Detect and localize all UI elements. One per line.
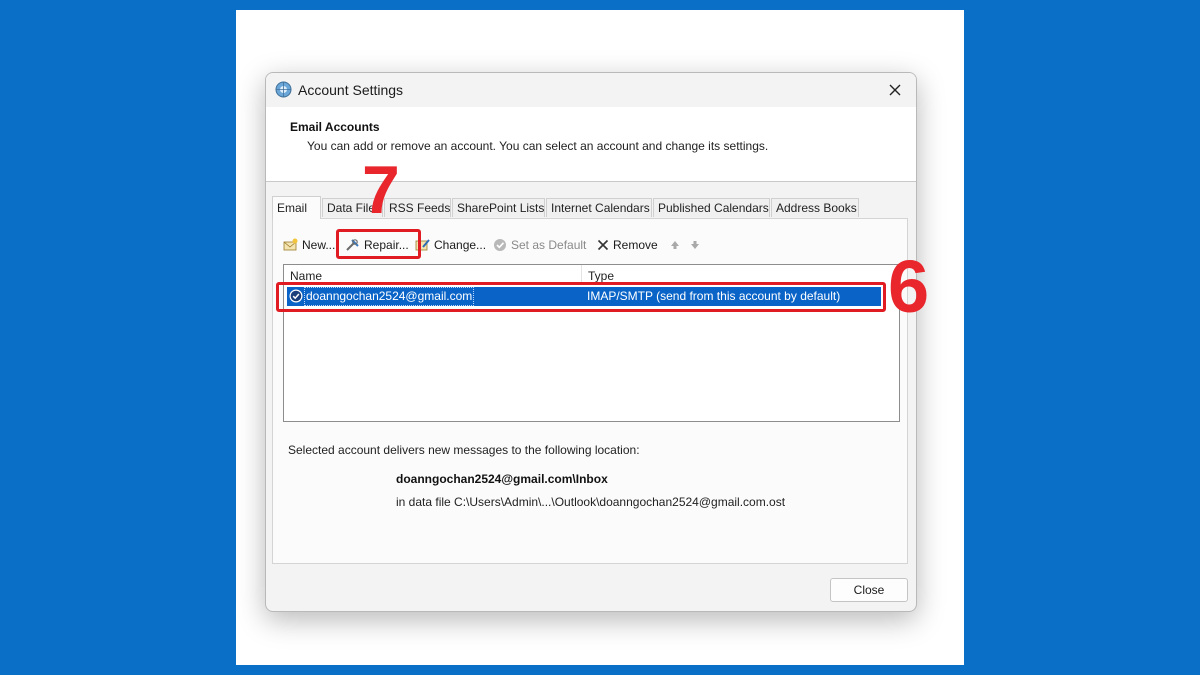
- close-button[interactable]: Close: [830, 578, 908, 602]
- move-down-button[interactable]: [689, 233, 704, 257]
- tab-published-calendars[interactable]: Published Calendars: [653, 198, 770, 217]
- move-up-button[interactable]: [669, 233, 684, 257]
- remove-button[interactable]: Remove: [596, 233, 658, 257]
- dialog-title: Account Settings: [298, 82, 404, 98]
- step-6-label: 6: [888, 245, 930, 328]
- remove-x-icon: [597, 239, 609, 251]
- email-tab-panel: New... Repair... Change... Set as Defaul…: [272, 218, 908, 564]
- close-icon[interactable]: [884, 79, 906, 101]
- tab-address-books[interactable]: Address Books: [771, 198, 859, 217]
- arrow-down-icon: [691, 241, 699, 249]
- new-label: New...: [302, 238, 336, 252]
- remove-label: Remove: [613, 238, 658, 252]
- set-as-default-button[interactable]: Set as Default: [493, 233, 586, 257]
- header-title: Email Accounts: [290, 120, 380, 134]
- account-highlight-box: [276, 282, 886, 312]
- change-button[interactable]: Change...: [415, 233, 486, 257]
- delivery-data-file: in data file C:\Users\Admin\...\Outlook\…: [396, 495, 786, 509]
- repair-highlight-box: [336, 229, 421, 259]
- header-description: You can add or remove an account. You ca…: [307, 139, 769, 153]
- tab-sharepoint-lists[interactable]: SharePoint Lists: [452, 198, 545, 217]
- title-bar: Account Settings: [266, 73, 916, 107]
- new-button[interactable]: New...: [283, 233, 335, 257]
- outlook-settings-icon: [275, 81, 292, 98]
- tab-email[interactable]: Email: [272, 196, 321, 219]
- delivery-label: Selected account delivers new messages t…: [288, 443, 640, 457]
- new-account-icon: [283, 238, 298, 251]
- change-label: Change...: [434, 238, 487, 252]
- tab-internet-calendars[interactable]: Internet Calendars: [546, 198, 652, 217]
- delivery-location: doanngochan2524@gmail.com\Inbox: [396, 472, 608, 486]
- set-as-default-label: Set as Default: [511, 238, 587, 252]
- step-7-label: 7: [362, 152, 400, 228]
- checkmark-circle-icon: [494, 239, 506, 251]
- arrow-up-icon: [671, 241, 679, 249]
